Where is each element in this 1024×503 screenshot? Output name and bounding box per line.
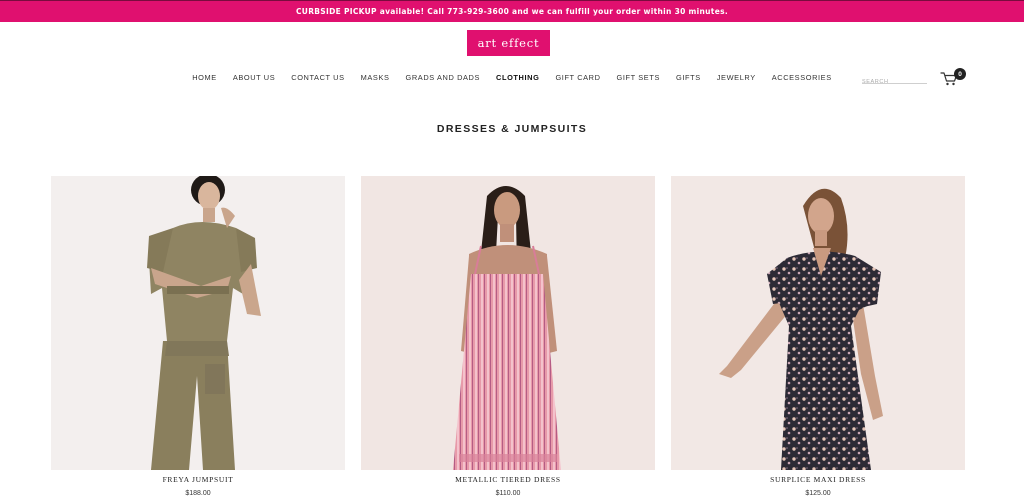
product-card-surplice-maxi-dress[interactable]: SURPLICE MAXI DRESS $125.00 bbox=[671, 176, 965, 503]
promo-text: CURBSIDE PICKUP available! Call 773-929-… bbox=[296, 7, 728, 16]
nav-item-home[interactable]: HOME bbox=[184, 70, 225, 86]
nav-item-clothing[interactable]: CLOTHING bbox=[488, 70, 547, 86]
product-name[interactable]: METALLIC TIERED DRESS bbox=[361, 475, 655, 484]
site-logo[interactable]: art effect bbox=[467, 30, 550, 56]
product-image[interactable] bbox=[671, 176, 965, 470]
nav-item-masks[interactable]: MASKS bbox=[353, 70, 398, 86]
nav-item-jewelry[interactable]: JEWELRY bbox=[709, 70, 764, 86]
promo-banner: CURBSIDE PICKUP available! Call 773-929-… bbox=[0, 0, 1024, 22]
product-price: $125.00 bbox=[805, 490, 831, 497]
nav-item-accessories[interactable]: ACCESSORIES bbox=[764, 70, 840, 86]
nav-item-gift-card[interactable]: GIFT CARD bbox=[547, 70, 608, 86]
product-name[interactable]: FREYA JUMPSUIT bbox=[51, 475, 345, 484]
product-card-freya-jumpsuit[interactable]: FREYA JUMPSUIT $188.00 bbox=[51, 176, 345, 503]
product-image[interactable] bbox=[51, 176, 345, 470]
nav-item-gifts[interactable]: GIFTS bbox=[668, 70, 709, 86]
product-image[interactable] bbox=[361, 176, 655, 470]
nav-item-contact-us[interactable]: CONTACT US bbox=[283, 70, 352, 86]
product-name[interactable]: SURPLICE MAXI DRESS bbox=[671, 475, 965, 484]
cart-button[interactable]: 0 bbox=[940, 68, 968, 88]
search-box bbox=[862, 70, 927, 88]
page-title: DRESSES & JUMPSUITS bbox=[436, 123, 588, 135]
search-input[interactable] bbox=[862, 76, 927, 88]
product-price: $110.00 bbox=[495, 490, 521, 497]
cart-count-badge: 0 bbox=[954, 68, 966, 80]
logo-text: art effect bbox=[477, 36, 540, 50]
nav-item-grads-and-dads[interactable]: GRADS AND DADS bbox=[398, 70, 489, 86]
nav-item-gift-sets[interactable]: GIFT SETS bbox=[609, 70, 668, 86]
product-card-metallic-tiered-dress[interactable]: METALLIC TIERED DRESS $110.00 bbox=[361, 176, 655, 503]
product-price: $188.00 bbox=[185, 490, 211, 497]
nav-item-about-us[interactable]: ABOUT US bbox=[225, 70, 283, 86]
